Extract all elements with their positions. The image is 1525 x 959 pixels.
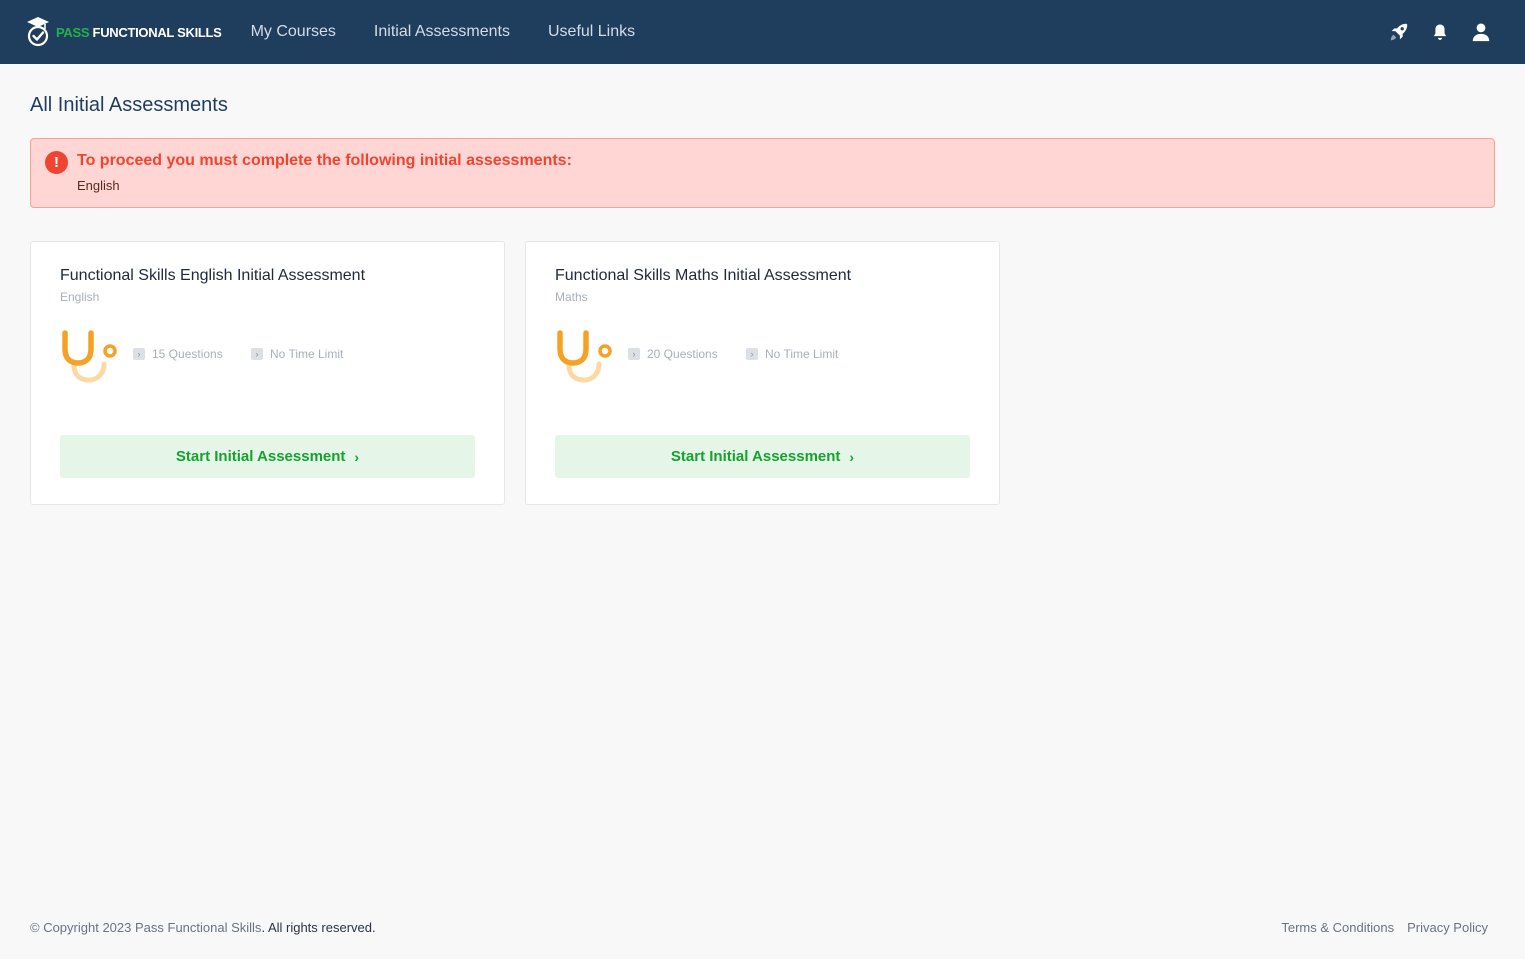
top-navbar: PASS FUNCTIONAL SKILLS My Courses Initia… <box>0 0 1525 64</box>
assessment-card-english: Functional Skills English Initial Assess… <box>30 241 505 505</box>
rocket-icon[interactable] <box>1387 20 1411 44</box>
nav-initial-assessments[interactable]: Initial Assessments <box>374 23 510 41</box>
start-assessment-button[interactable]: Start Initial Assessment › <box>60 435 475 478</box>
start-assessment-button[interactable]: Start Initial Assessment › <box>555 435 970 478</box>
time-limit: › No Time Limit <box>251 347 343 361</box>
terms-link[interactable]: Terms & Conditions <box>1281 920 1394 935</box>
header-actions <box>1370 20 1493 44</box>
card-title: Functional Skills English Initial Assess… <box>60 267 366 284</box>
assessment-logo-icon <box>62 330 117 383</box>
chevron-right-icon: › <box>251 348 263 360</box>
logo-text: PASS FUNCTIONAL SKILLS <box>56 24 222 40</box>
chevron-right-icon: › <box>849 448 855 465</box>
card-subject: Maths <box>555 290 588 304</box>
nav-my-courses[interactable]: My Courses <box>251 23 336 41</box>
page-title: All Initial Assessments <box>30 94 228 116</box>
privacy-link[interactable]: Privacy Policy <box>1407 920 1488 935</box>
footer-links: Terms & Conditions Privacy Policy <box>1268 920 1488 935</box>
alert-exclamation-icon: ! <box>45 151 68 174</box>
chevron-right-icon: › <box>746 348 758 360</box>
assessment-card-maths: Functional Skills Maths Initial Assessme… <box>525 241 1000 505</box>
user-icon[interactable] <box>1469 20 1493 44</box>
bell-icon[interactable] <box>1428 20 1452 44</box>
question-count: › 15 Questions <box>133 347 223 361</box>
chevron-right-icon: › <box>133 348 145 360</box>
card-subject: English <box>60 290 100 304</box>
graduation-check-icon <box>27 17 49 47</box>
logo[interactable]: PASS FUNCTIONAL SKILLS <box>25 0 222 64</box>
required-assessments-alert: ! To proceed you must complete the follo… <box>30 138 1495 208</box>
nav-useful-links[interactable]: Useful Links <box>548 23 635 41</box>
footer-copyright: © Copyright 2023 Pass Functional Skills.… <box>30 920 376 935</box>
main-nav: My Courses Initial Assessments Useful Li… <box>251 23 674 41</box>
assessment-logo-icon <box>557 330 612 383</box>
time-limit: › No Time Limit <box>746 347 838 361</box>
alert-body: English <box>77 178 120 193</box>
card-title: Functional Skills Maths Initial Assessme… <box>555 267 852 284</box>
chevron-right-icon: › <box>628 348 640 360</box>
question-count: › 20 Questions <box>628 347 718 361</box>
chevron-right-icon: › <box>354 448 360 465</box>
footer-brand: Pass Functional Skills <box>134 920 262 935</box>
alert-title: To proceed you must complete the followi… <box>77 152 572 169</box>
